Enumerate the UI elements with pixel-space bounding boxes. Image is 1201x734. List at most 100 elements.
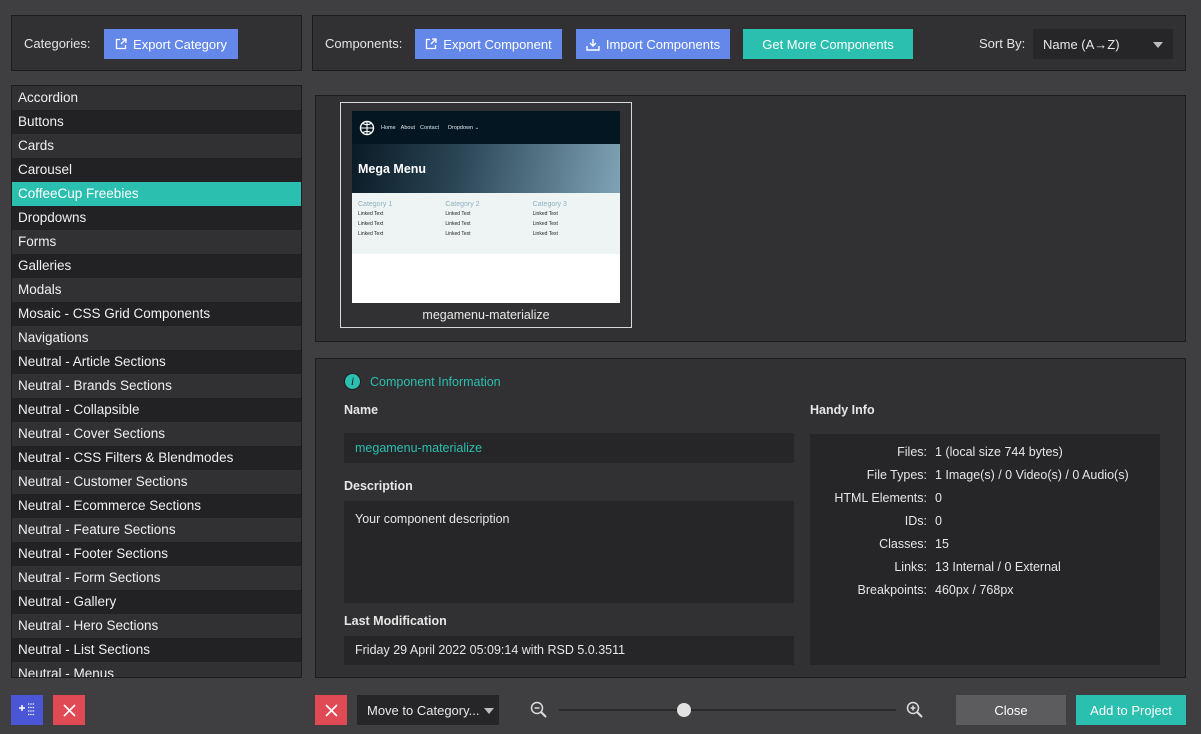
category-item[interactable]: Galleries bbox=[12, 254, 301, 278]
components-toolbar: Components: Export Component Import Comp… bbox=[312, 15, 1186, 71]
download-icon bbox=[586, 38, 600, 51]
thumbnail-nav-item: About bbox=[400, 124, 416, 131]
category-item[interactable]: Neutral - List Sections bbox=[12, 638, 301, 662]
export-category-button[interactable]: Export Category bbox=[104, 29, 238, 59]
info-icon: i bbox=[344, 373, 361, 390]
category-item[interactable]: Neutral - Menus bbox=[12, 662, 301, 677]
zoom-slider-thumb[interactable] bbox=[676, 703, 691, 717]
thumbnail-nav: Home About Contact Dropdown ⌄ bbox=[352, 111, 620, 144]
handy-info-value: 13 Internal / 0 External bbox=[935, 560, 1061, 574]
component-thumbnail: Home About Contact Dropdown ⌄ Mega Menu … bbox=[352, 111, 620, 303]
import-components-label: Import Components bbox=[605, 36, 721, 52]
handy-info-key: Files: bbox=[897, 445, 927, 459]
thumbnail-link: Linked Text bbox=[358, 211, 384, 217]
move-to-category-value: Move to Category... bbox=[367, 702, 480, 718]
external-link-icon bbox=[115, 38, 127, 50]
move-to-category-select[interactable]: Move to Category... bbox=[357, 695, 499, 725]
handy-info-value: 1 Image(s) / 0 Video(s) / 0 Audio(s) bbox=[935, 468, 1129, 482]
add-list-icon bbox=[19, 703, 35, 716]
export-component-button[interactable]: Export Component bbox=[415, 29, 562, 59]
thumbnail-link: Linked Text bbox=[445, 221, 471, 227]
category-item[interactable]: Neutral - CSS Filters & Blendmodes bbox=[12, 446, 301, 470]
get-more-components-label: Get More Components bbox=[762, 36, 894, 52]
handy-info-box: Files: 1 (local size 744 bytes) File Types… bbox=[810, 434, 1160, 665]
component-info-heading: i Component Information bbox=[344, 373, 501, 390]
components-label: Components: bbox=[325, 36, 403, 51]
thumbnail-nav-item: Dropdown ⌄ bbox=[448, 124, 480, 131]
thumbnail-hero-title: Mega Menu bbox=[352, 144, 620, 193]
category-item[interactable]: Forms bbox=[12, 230, 301, 254]
delete-category-button[interactable] bbox=[53, 695, 85, 725]
category-item[interactable]: Buttons bbox=[12, 110, 301, 134]
thumbnail-column-heading: Category 2 bbox=[445, 201, 480, 208]
thumbnail-menu: Category 1 Linked Text Linked Text Linke… bbox=[352, 193, 620, 254]
category-item[interactable]: Modals bbox=[12, 278, 301, 302]
category-item[interactable]: Neutral - Brands Sections bbox=[12, 374, 301, 398]
category-item[interactable]: Mosaic - CSS Grid Components bbox=[12, 302, 301, 326]
description-field[interactable]: Your component description bbox=[344, 501, 794, 603]
category-item[interactable]: Neutral - Cover Sections bbox=[12, 422, 301, 446]
add-category-button[interactable] bbox=[11, 695, 43, 725]
external-link-icon bbox=[425, 38, 437, 50]
chevron-down-icon bbox=[1153, 42, 1163, 48]
sort-by-select[interactable]: Name (A→Z) bbox=[1033, 29, 1173, 59]
zoom-slider-track[interactable] bbox=[559, 709, 896, 711]
export-component-label: Export Component bbox=[443, 36, 552, 52]
category-item[interactable]: Neutral - Ecommerce Sections bbox=[12, 494, 301, 518]
handy-info-key: IDs: bbox=[904, 514, 927, 528]
handy-info-key: HTML Elements: bbox=[834, 491, 927, 505]
thumbnail-link: Linked Text bbox=[532, 211, 558, 217]
category-item[interactable]: Dropdowns bbox=[12, 206, 301, 230]
close-icon bbox=[62, 703, 76, 717]
category-item[interactable]: Accordion bbox=[12, 86, 301, 110]
thumbnail-column: Category 1 Linked Text Linked Text Linke… bbox=[358, 201, 445, 254]
handy-info-value: 460px / 768px bbox=[935, 583, 1014, 597]
zoom-in-icon[interactable] bbox=[906, 701, 924, 722]
category-item[interactable]: Neutral - Form Sections bbox=[12, 566, 301, 590]
category-item[interactable]: Cards bbox=[12, 134, 301, 158]
handy-info-value: 0 bbox=[935, 491, 942, 505]
thumbnail-column: Category 2 Linked Text Linked Text Linke… bbox=[445, 201, 532, 254]
thumbnail-link: Linked Text bbox=[445, 211, 471, 217]
chevron-down-icon bbox=[484, 708, 494, 714]
name-label: Name bbox=[344, 403, 379, 417]
add-to-project-button[interactable]: Add to Project bbox=[1076, 695, 1186, 725]
thumbnail-nav-item: Contact bbox=[420, 124, 440, 131]
category-item[interactable]: Neutral - Article Sections bbox=[12, 350, 301, 374]
component-info-panel: i Component Information Name megamenu-ma… bbox=[315, 358, 1186, 678]
category-item[interactable]: Neutral - Footer Sections bbox=[12, 542, 301, 566]
category-item[interactable]: Carousel bbox=[12, 158, 301, 182]
category-item[interactable]: Neutral - Gallery bbox=[12, 590, 301, 614]
zoom-out-icon[interactable] bbox=[530, 701, 548, 722]
thumbnail-column-heading: Category 3 bbox=[532, 201, 567, 208]
handy-info-key: Classes: bbox=[879, 537, 927, 551]
category-item[interactable]: Navigations bbox=[12, 326, 301, 350]
get-more-components-button[interactable]: Get More Components bbox=[743, 29, 913, 59]
import-components-button[interactable]: Import Components bbox=[576, 29, 730, 59]
component-info-title: Component Information bbox=[370, 374, 501, 389]
sort-by-value: Name (A→Z) bbox=[1043, 36, 1120, 52]
description-label: Description bbox=[344, 479, 413, 493]
delete-component-button[interactable] bbox=[315, 695, 347, 725]
category-item[interactable]: Neutral - Customer Sections bbox=[12, 470, 301, 494]
thumbnail-link: Linked Text bbox=[358, 221, 384, 227]
close-button[interactable]: Close bbox=[956, 695, 1066, 725]
component-card[interactable]: Home About Contact Dropdown ⌄ Mega Menu … bbox=[340, 102, 632, 328]
categories-toolbar: Categories: Export Category bbox=[11, 15, 302, 71]
handy-info-label: Handy Info bbox=[810, 403, 875, 417]
thumbnail-link: Linked Text bbox=[358, 231, 384, 237]
category-item[interactable]: Neutral - Feature Sections bbox=[12, 518, 301, 542]
category-list[interactable]: Accordion Buttons Cards Carousel CoffeeCup F… bbox=[11, 85, 302, 678]
category-item[interactable]: CoffeeCup Freebies bbox=[12, 182, 301, 206]
category-item[interactable]: Neutral - Hero Sections bbox=[12, 614, 301, 638]
handy-info-value: 1 (local size 744 bytes) bbox=[935, 445, 1063, 459]
export-category-label: Export Category bbox=[133, 36, 227, 52]
last-modification-value: Friday 29 April 2022 05:09:14 with RSD 5… bbox=[344, 636, 794, 665]
name-field[interactable]: megamenu-materialize bbox=[344, 433, 794, 463]
globe-icon bbox=[359, 120, 375, 135]
sort-by-label: Sort By: bbox=[979, 36, 1026, 51]
category-item[interactable]: Neutral - Collapsible bbox=[12, 398, 301, 422]
thumbnail-link: Linked Text bbox=[532, 231, 558, 237]
handy-info-value: 0 bbox=[935, 514, 942, 528]
close-icon bbox=[324, 703, 338, 717]
